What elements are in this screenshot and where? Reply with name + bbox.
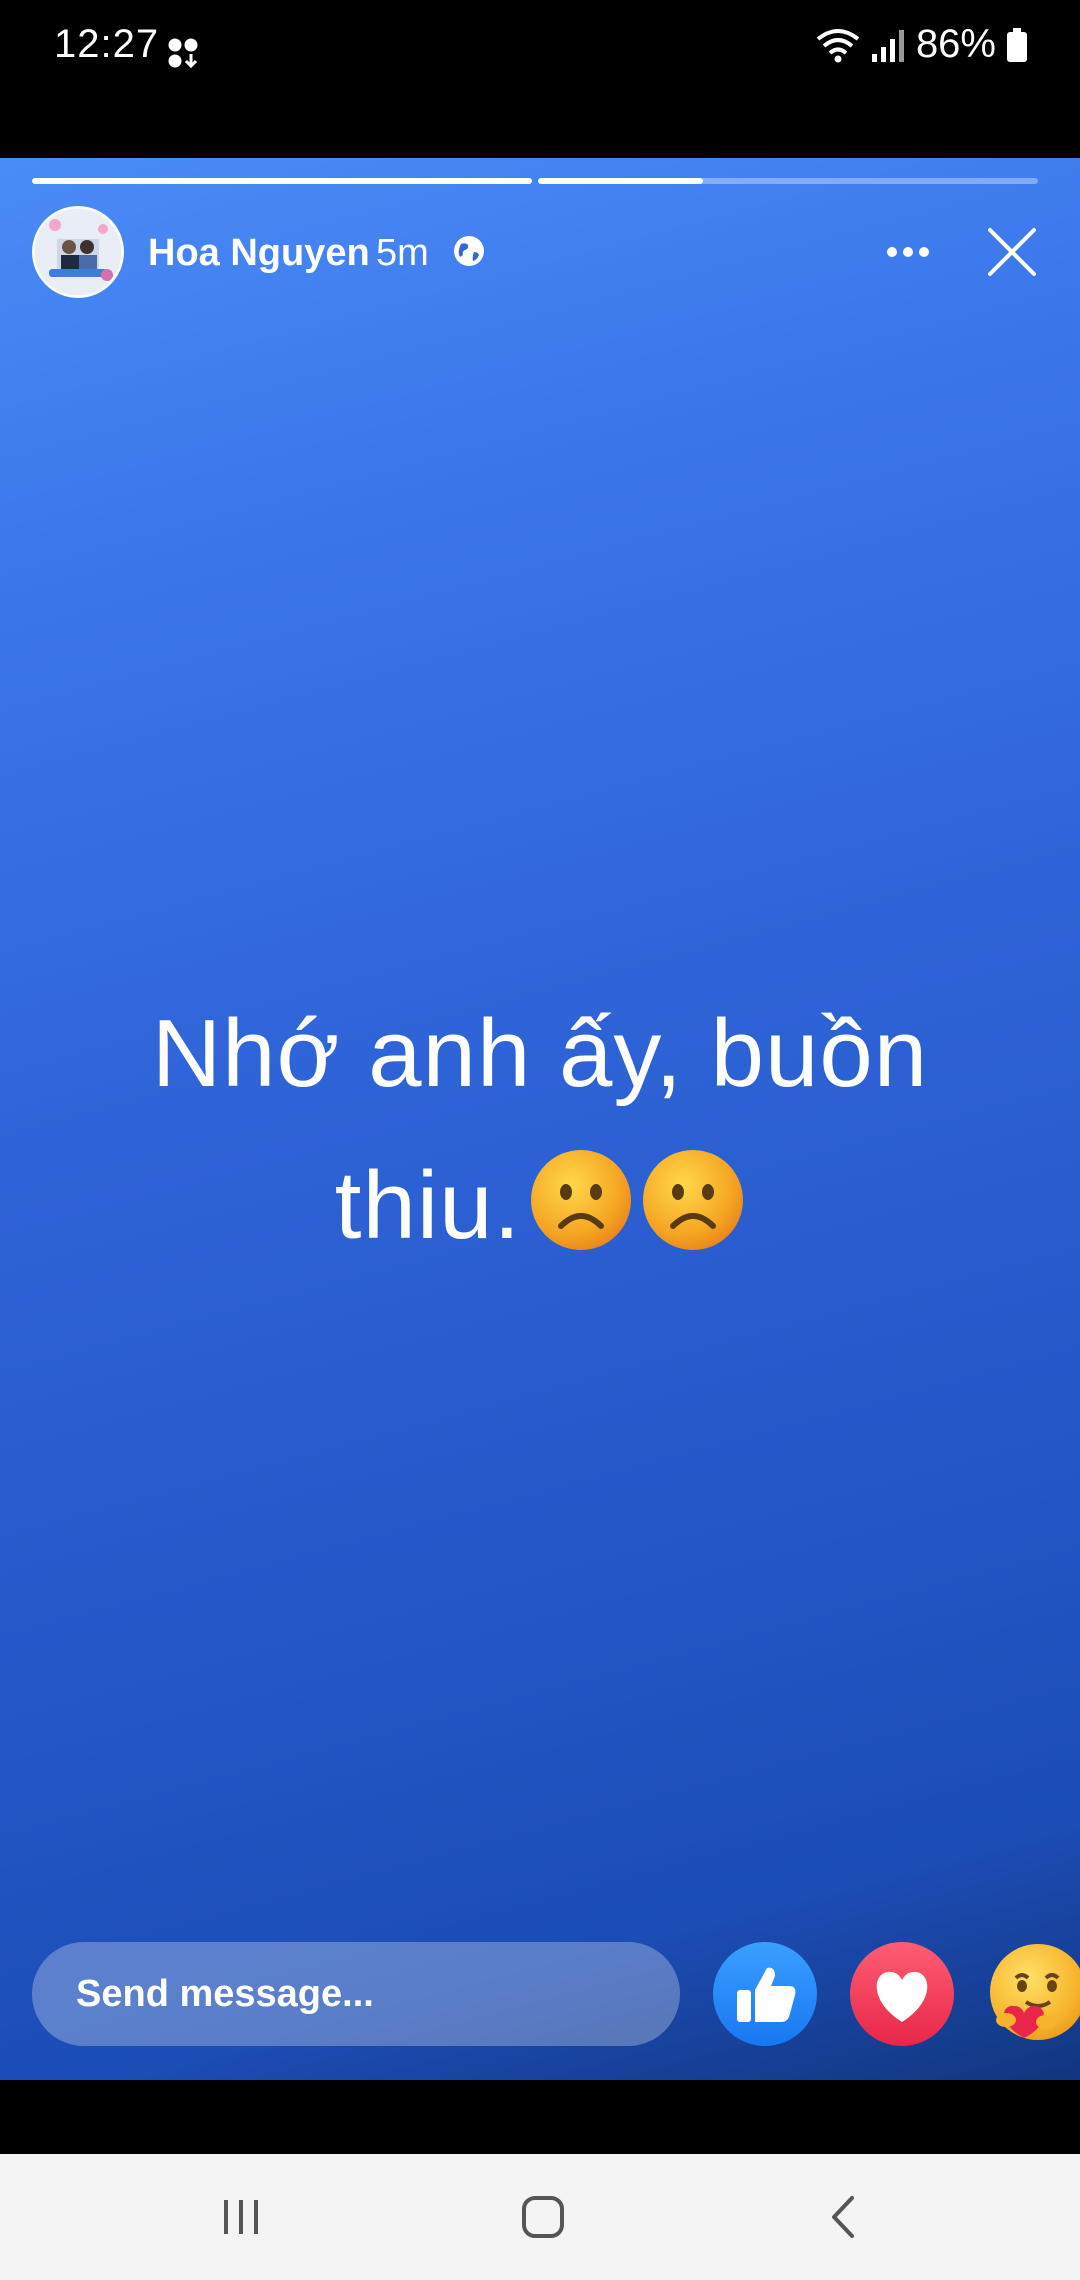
post-time: 5m [376, 232, 429, 274]
progress-segment [538, 178, 1038, 184]
recent-apps-icon[interactable] [206, 2182, 276, 2252]
like-reaction-button[interactable] [713, 1942, 817, 2046]
battery-percent: 86% [915, 22, 996, 66]
story-text-line2-wrap: thiu. [90, 1130, 990, 1282]
care-icon [990, 1944, 1080, 2040]
progress-fill [538, 178, 703, 184]
close-button[interactable] [982, 222, 1042, 282]
like-icon [737, 1967, 796, 2022]
status-right: 86% [816, 22, 1028, 67]
progress-segment [32, 178, 532, 184]
progress-fill [32, 178, 532, 184]
status-bar: 12:27 86% [0, 0, 1080, 100]
story-text-line2: thiu. [334, 1152, 522, 1259]
back-icon[interactable] [810, 2182, 880, 2252]
frowning-face-icon [643, 1150, 744, 1250]
care-reaction-button[interactable] [986, 1942, 1080, 2046]
wifi-icon [816, 28, 860, 62]
status-time: 12:27 [54, 22, 160, 66]
story-header: Hoa Nguyen 5m [32, 206, 1048, 302]
notification-dots-icon [168, 38, 198, 69]
black-strip [0, 2080, 1080, 2154]
story-text-line1: Nhớ anh ấy, buồn [151, 1000, 929, 1107]
battery-icon [1007, 27, 1027, 62]
story-progress [32, 178, 1044, 184]
signal-icon [871, 29, 904, 62]
screen: 12:27 86% Hoa Nguyen 5m Nhớ anh ấy, buồn… [0, 0, 1080, 2280]
avatar-image [35, 209, 121, 295]
reply-bar: Send message... [0, 1942, 1080, 2062]
author-name[interactable]: Hoa Nguyen [148, 232, 370, 275]
love-icon [876, 1971, 928, 2022]
navigation-bar [0, 2154, 1080, 2280]
globe-icon [454, 236, 484, 266]
send-message-input[interactable]: Send message... [32, 1942, 680, 2046]
story-viewer[interactable]: Hoa Nguyen 5m Nhớ anh ấy, buồn thiu. Sen… [0, 158, 1080, 2080]
story-text: Nhớ anh ấy, buồn thiu. [90, 978, 990, 1282]
home-icon[interactable] [508, 2182, 578, 2252]
more-options-button[interactable] [868, 222, 948, 282]
send-message-placeholder: Send message... [76, 1972, 374, 2015]
avatar[interactable] [32, 206, 124, 298]
frowning-face-icon [531, 1150, 632, 1250]
love-reaction-button[interactable] [850, 1942, 954, 2046]
